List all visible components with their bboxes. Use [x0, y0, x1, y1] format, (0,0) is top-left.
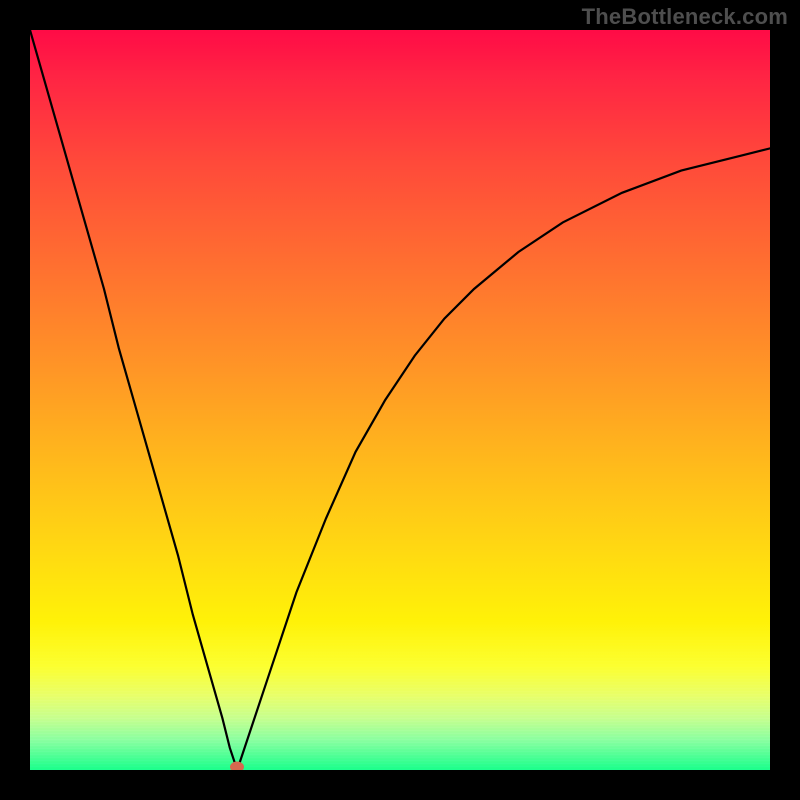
- chart-stage: TheBottleneck.com: [0, 0, 800, 800]
- vertex-marker: [230, 762, 244, 771]
- curve-svg: [30, 30, 770, 770]
- watermark-text: TheBottleneck.com: [582, 4, 788, 30]
- curve-left-branch: [30, 30, 237, 770]
- curve-right-branch: [237, 148, 770, 770]
- plot-area: [30, 30, 770, 770]
